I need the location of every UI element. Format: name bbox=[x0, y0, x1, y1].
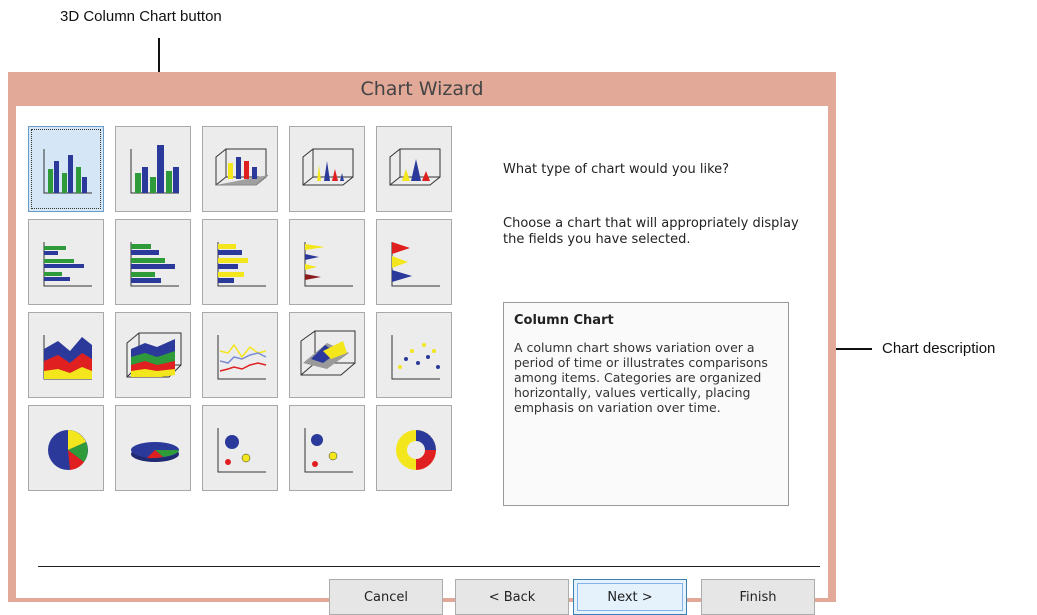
column-chart-icon bbox=[43, 149, 92, 194]
chart-type-tile-line-chart[interactable] bbox=[202, 312, 278, 398]
separator-line bbox=[38, 566, 820, 567]
chart-description-title: Column Chart bbox=[514, 313, 614, 328]
chart-type-tile-3d-cone-chart[interactable] bbox=[289, 126, 365, 212]
bar-chart-icon bbox=[43, 242, 92, 287]
chart-type-tile-scatter-chart[interactable] bbox=[376, 312, 452, 398]
3d-column-chart-icon bbox=[130, 145, 179, 194]
pie-chart-icon bbox=[48, 430, 88, 470]
chart-type-prompt: What type of chart would you like? bbox=[503, 162, 730, 177]
chart-type-tile-area-chart[interactable] bbox=[28, 312, 104, 398]
3d-pie-chart-icon bbox=[131, 442, 179, 462]
chart-wizard-dialog: Chart Wizard What type of chart would yo… bbox=[8, 72, 836, 615]
dialog-title: Chart Wizard bbox=[360, 78, 484, 100]
pyramid-bar-chart-icon bbox=[391, 242, 440, 287]
chart-type-tile-doughnut-chart[interactable] bbox=[376, 405, 452, 491]
chart-type-tile-3d-area-chart[interactable] bbox=[115, 312, 191, 398]
cancel-button[interactable]: Cancel bbox=[329, 579, 443, 615]
annotation-3d-column-chart-button: 3D Column Chart button bbox=[60, 8, 222, 25]
chart-type-tile-3d-column-chart[interactable] bbox=[115, 126, 191, 212]
scatter-chart-icon bbox=[391, 335, 440, 380]
3d-bubble-chart-icon bbox=[304, 428, 353, 473]
chart-type-tile-3d-bar-chart[interactable] bbox=[115, 219, 191, 305]
3d-pyramid-chart-icon bbox=[389, 148, 441, 186]
chart-type-tile-cone-bar-chart[interactable] bbox=[289, 219, 365, 305]
chart-description-text: A column chart shows variation over a pe… bbox=[514, 340, 768, 415]
chart-type-tile-3d-cylinder-chart[interactable] bbox=[202, 126, 278, 212]
chart-type-tile-bar-chart[interactable] bbox=[28, 219, 104, 305]
back-button[interactable]: < Back bbox=[455, 579, 569, 615]
line-chart-icon bbox=[217, 335, 267, 380]
chart-type-tile-column-chart[interactable] bbox=[28, 126, 104, 212]
chart-type-tile-pie-chart[interactable] bbox=[28, 405, 104, 491]
3d-cone-chart-icon bbox=[302, 148, 354, 186]
bubble-chart-icon bbox=[217, 428, 266, 473]
3d-bar-chart-icon bbox=[130, 242, 179, 287]
chart-type-tile-3d-surface-chart[interactable] bbox=[289, 312, 365, 398]
cylinder-bar-chart-icon bbox=[217, 242, 266, 287]
cone-bar-chart-icon bbox=[304, 242, 353, 287]
chart-type-instruction: Choose a chart that will appropriately d… bbox=[503, 216, 799, 247]
annotation-chart-description: Chart description bbox=[882, 340, 996, 357]
chart-type-tile-bubble-chart[interactable] bbox=[202, 405, 278, 491]
chart-type-tile-3d-pyramid-chart[interactable] bbox=[376, 126, 452, 212]
doughnut-chart-icon bbox=[396, 430, 436, 470]
next-button[interactable]: Next > bbox=[573, 579, 687, 615]
chart-description-box: Column Chart A column chart shows variat… bbox=[503, 302, 789, 506]
chart-type-tile-cylinder-bar-chart[interactable] bbox=[202, 219, 278, 305]
chart-type-tile-3d-pie-chart[interactable] bbox=[115, 405, 191, 491]
3d-surface-chart-icon bbox=[300, 330, 356, 376]
chart-type-tile-3d-bubble-chart[interactable] bbox=[289, 405, 365, 491]
finish-button[interactable]: Finish bbox=[701, 579, 815, 615]
3d-area-chart-icon bbox=[126, 332, 182, 378]
area-chart-icon bbox=[43, 335, 92, 380]
chart-type-tile-pyramid-bar-chart[interactable] bbox=[376, 219, 452, 305]
dialog-body: What type of chart would you like? Choos… bbox=[16, 106, 828, 615]
3d-cylinder-chart-icon bbox=[215, 148, 269, 186]
